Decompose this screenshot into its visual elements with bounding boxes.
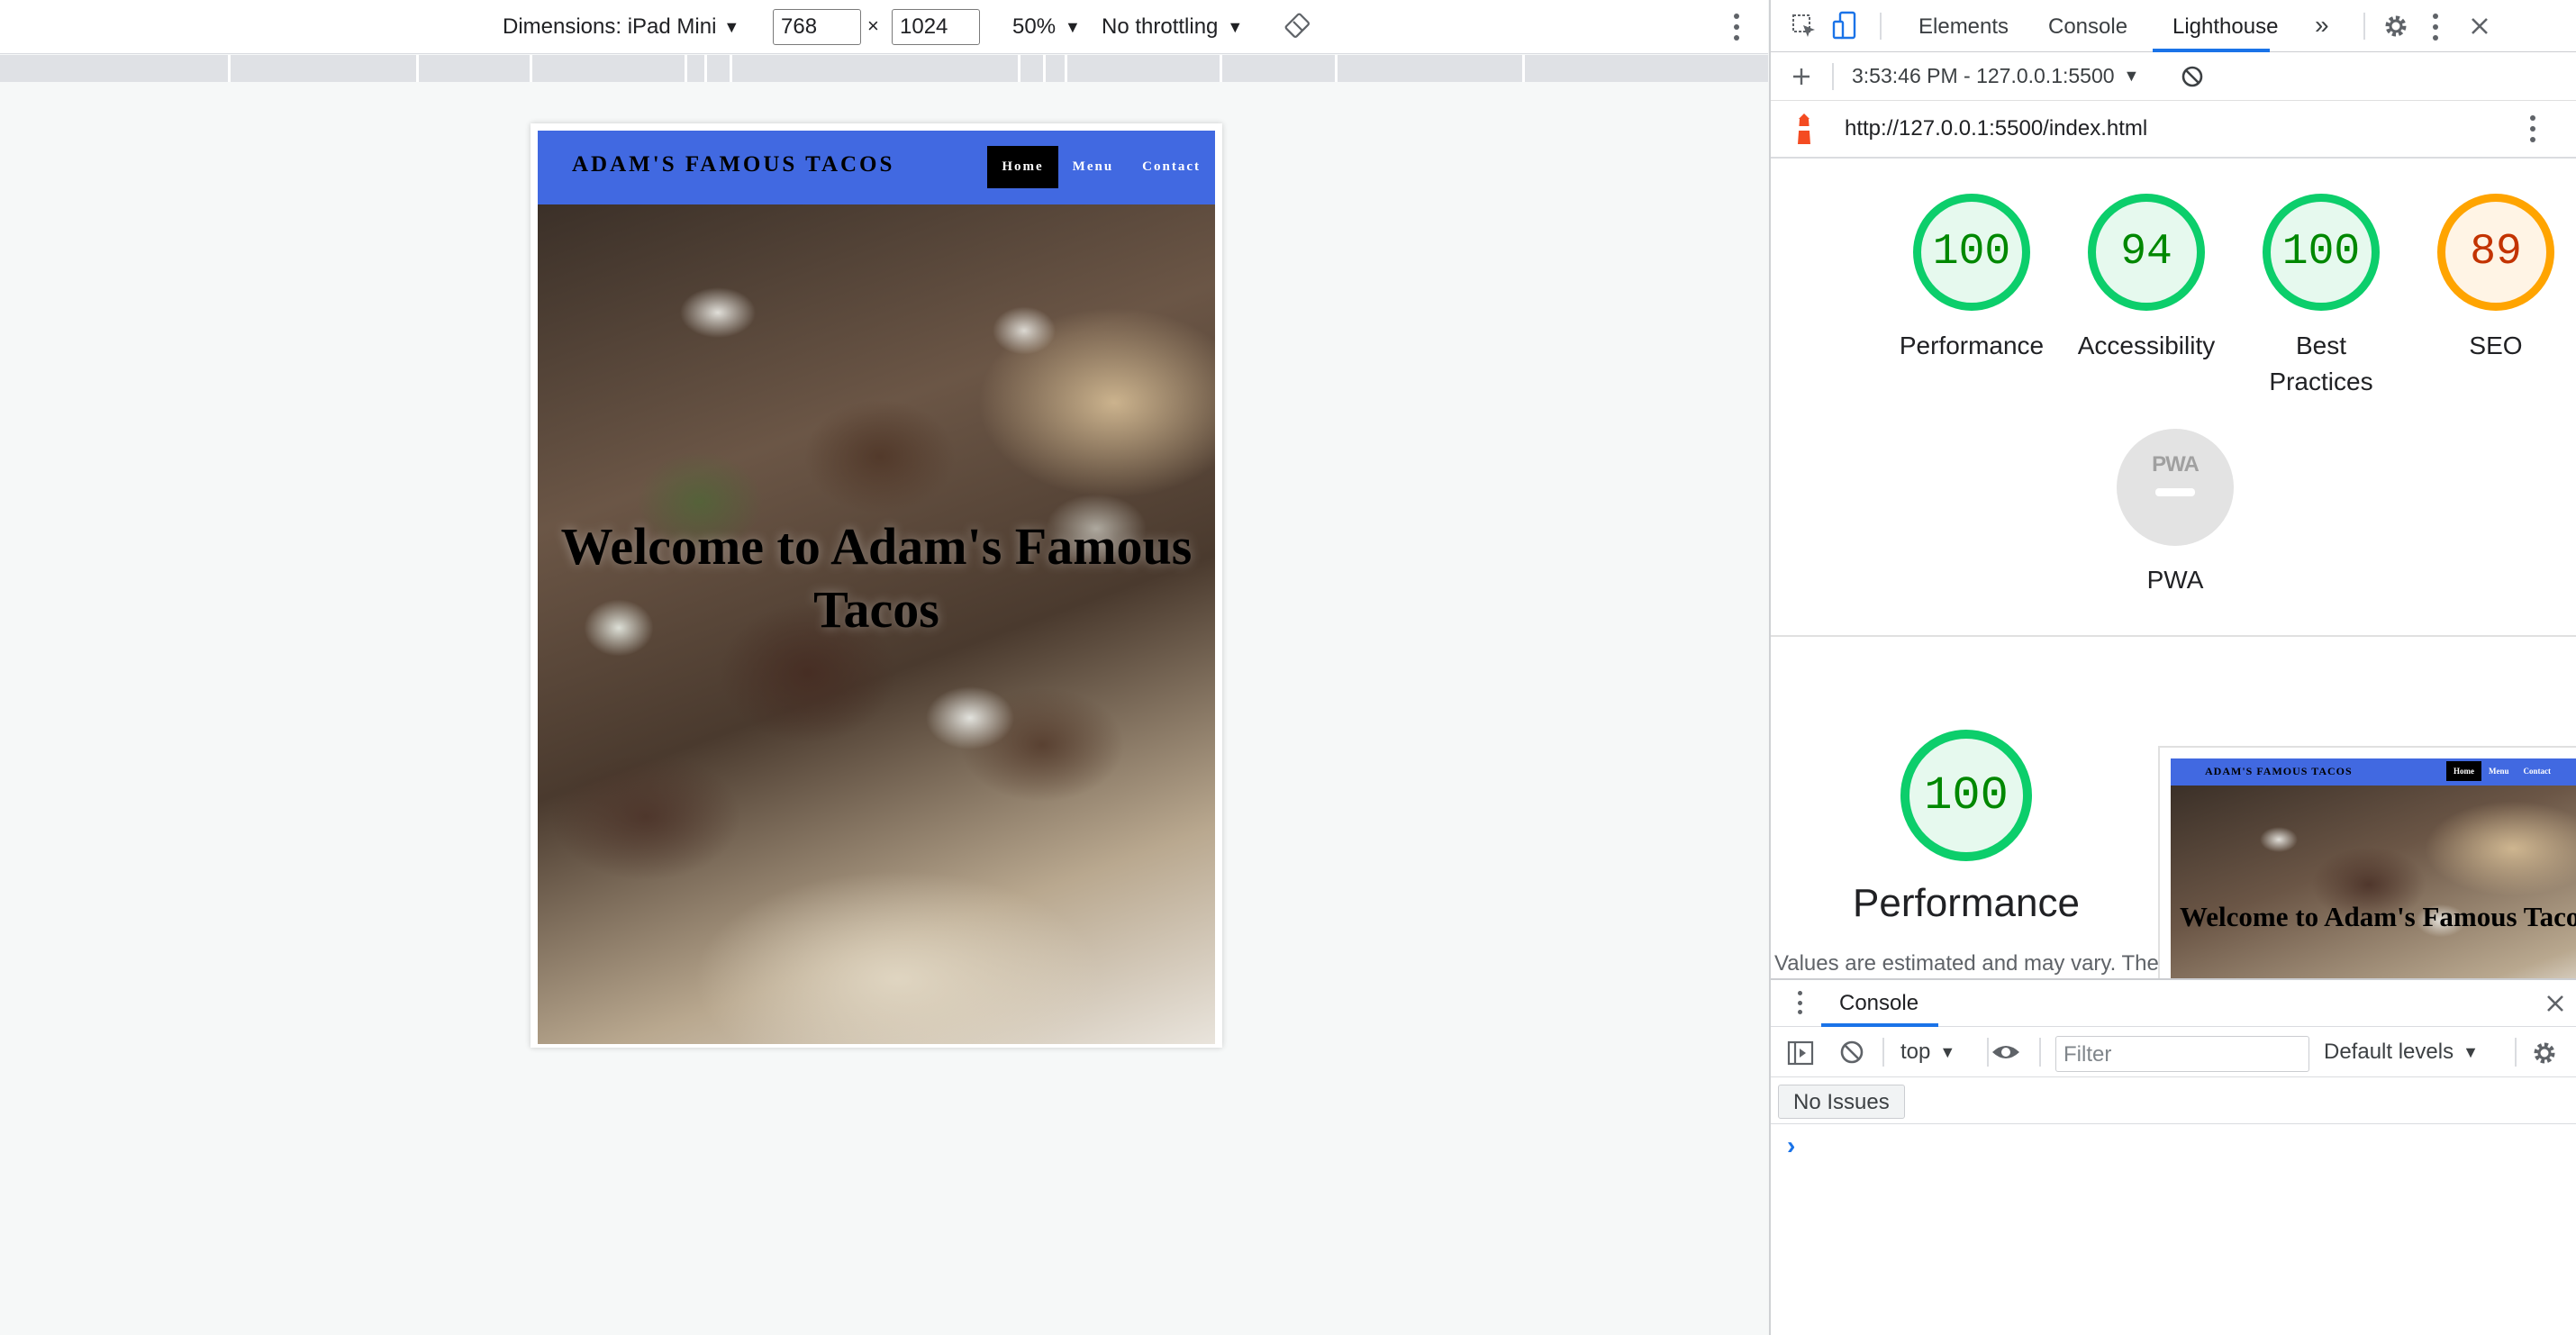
device-emulation-area: Dimensions: iPad Mini ▼ 768 × 1024 50% ▼… xyxy=(0,0,1768,1335)
performance-detail-title: Performance xyxy=(1853,881,2080,925)
performance-detail-gauge: 100 xyxy=(1900,730,2032,861)
chevron-down-icon: ▼ xyxy=(1227,17,1244,36)
nav-menu-link[interactable]: Menu xyxy=(1058,146,1129,188)
section-divider xyxy=(1771,635,2576,637)
hero-taco-image: Welcome to Adam's Famous Tacos xyxy=(538,204,1215,1044)
tab-elements[interactable]: Elements xyxy=(1918,14,2009,40)
nav-contact-link[interactable]: Contact xyxy=(1128,146,1215,188)
sidebar-toggle-icon[interactable] xyxy=(1787,1040,1814,1066)
final-screenshot-thumbnail[interactable]: ADAM'S FAMOUS TACOS Home Menu Contact We… xyxy=(2158,746,2576,980)
pwa-label[interactable]: PWA xyxy=(2085,562,2265,598)
media-query-bar[interactable] xyxy=(0,55,1768,82)
report-url-bar: http://127.0.0.1:5500/index.html xyxy=(1771,101,2576,159)
clear-reports-icon[interactable] xyxy=(2181,65,2204,88)
inspect-element-icon[interactable] xyxy=(1791,13,1818,40)
accessibility-label[interactable]: Accessibility xyxy=(2056,328,2236,364)
report-select[interactable]: 3:53:46 PM - 127.0.0.1:5500 ▼ xyxy=(1852,64,2139,88)
zoom-select[interactable]: 50% ▼ xyxy=(1012,14,1081,40)
issues-bar: No Issues xyxy=(1771,1077,2576,1124)
more-tabs-icon[interactable]: » xyxy=(2315,11,2329,40)
seo-label[interactable]: SEO xyxy=(2406,328,2576,364)
console-settings-gear-icon[interactable] xyxy=(2531,1040,2558,1067)
context-select[interactable]: top ▼ xyxy=(1900,1040,1955,1065)
values-estimated-note: Values are estimated and may vary. The xyxy=(1774,951,2159,976)
chevron-down-icon: ▼ xyxy=(1065,17,1081,36)
site-nav: Home Menu Contact xyxy=(987,146,1215,188)
chevron-down-icon: ▼ xyxy=(723,17,740,36)
thumbnail-title: Welcome to Adam's Famous Tacos xyxy=(2180,901,2576,932)
emulated-device-viewport[interactable]: ADAM'S FAMOUS TACOS Home Menu Contact We… xyxy=(531,123,1222,1048)
zoom-value: 50% xyxy=(1012,14,1057,39)
device-dimensions-select[interactable]: Dimensions: iPad Mini ▼ xyxy=(503,14,739,40)
context-value: top xyxy=(1900,1040,1931,1064)
performance-score-gauge[interactable]: 100 xyxy=(1913,194,2030,311)
console-prompt-icon[interactable]: › xyxy=(1787,1131,1795,1160)
pwa-dash-icon xyxy=(2155,488,2195,496)
devtools-menu-icon[interactable] xyxy=(2433,14,2438,41)
devtools-tabbar: Elements Console Lighthouse » xyxy=(1771,0,2576,52)
best-practices-score-gauge[interactable]: 100 xyxy=(2263,194,2380,311)
report-select-value: 3:53:46 PM - 127.0.0.1:5500 xyxy=(1852,64,2115,87)
drawer-tab-console[interactable]: Console xyxy=(1839,991,1918,1016)
thumbnail-hero-image xyxy=(2171,786,2576,978)
width-input[interactable]: 768 xyxy=(773,9,861,45)
thumbnail-brand: ADAM'S FAMOUS TACOS xyxy=(2205,765,2353,777)
height-input[interactable]: 1024 xyxy=(892,9,980,45)
best-practices-label[interactable]: Best Practices xyxy=(2231,328,2411,400)
clear-console-icon[interactable] xyxy=(1839,1040,1864,1065)
devtools-panel: Elements Console Lighthouse » 3:53:46 PM… xyxy=(1769,0,2576,1335)
log-levels-select[interactable]: Default levels ▼ xyxy=(2324,1040,2479,1065)
drawer-menu-icon[interactable] xyxy=(1798,991,1802,1014)
thumbnail-nav-menu: Menu xyxy=(2489,767,2509,776)
drawer-tabbar: Console xyxy=(1771,980,2576,1027)
live-expression-eye-icon[interactable] xyxy=(1991,1040,2021,1065)
log-levels-value: Default levels xyxy=(2324,1040,2454,1064)
tab-lighthouse[interactable]: Lighthouse xyxy=(2172,14,2278,40)
chevron-down-icon: ▼ xyxy=(1939,1042,1956,1061)
nav-home-link[interactable]: Home xyxy=(987,146,1058,188)
device-toolbar: Dimensions: iPad Mini ▼ 768 × 1024 50% ▼… xyxy=(0,0,1768,54)
accessibility-score-gauge[interactable]: 94 xyxy=(2088,194,2205,311)
times-separator: × xyxy=(867,14,879,37)
thumbnail-nav-contact: Contact xyxy=(2523,767,2552,776)
site-brand[interactable]: ADAM'S FAMOUS TACOS xyxy=(572,152,894,177)
thumbnail-header: ADAM'S FAMOUS TACOS Home Menu Contact xyxy=(2171,758,2576,786)
lighthouse-toolbar: 3:53:46 PM - 127.0.0.1:5500 ▼ xyxy=(1771,52,2576,101)
console-filter-input[interactable]: Filter xyxy=(2055,1036,2309,1072)
seo-score-gauge[interactable]: 89 xyxy=(2437,194,2554,311)
performance-label[interactable]: Performance xyxy=(1882,328,2062,364)
dimensions-label: Dimensions: iPad Mini xyxy=(503,14,717,39)
hero-title: Welcome to Adam's Famous Tacos xyxy=(560,517,1193,639)
no-issues-button[interactable]: No Issues xyxy=(1778,1085,1905,1119)
throttling-value: No throttling xyxy=(1102,14,1219,39)
tab-console[interactable]: Console xyxy=(2048,14,2127,40)
report-url[interactable]: http://127.0.0.1:5500/index.html xyxy=(1845,116,2147,141)
report-menu-icon[interactable] xyxy=(2530,115,2535,142)
more-options-icon[interactable] xyxy=(1734,14,1739,41)
thumbnail-nav-home: Home xyxy=(2446,761,2481,781)
throttling-select[interactable]: No throttling ▼ xyxy=(1102,14,1243,40)
pwa-badge-text: PWA xyxy=(2152,452,2200,477)
site-header: ADAM'S FAMOUS TACOS Home Menu Contact xyxy=(538,131,1215,204)
device-toolbar-icon[interactable] xyxy=(1832,11,1859,41)
console-toolbar: top ▼ Filter Default levels ▼ xyxy=(1771,1027,2576,1077)
new-report-icon[interactable] xyxy=(1791,66,1812,87)
lighthouse-logo-icon xyxy=(1798,114,1810,144)
console-drawer: Console top ▼ Filter Default levels ▼ No… xyxy=(1771,978,2576,1335)
thumbnail-nav: Home Menu Contact xyxy=(2446,761,2558,781)
close-drawer-icon[interactable] xyxy=(2544,993,2566,1014)
rotate-icon[interactable] xyxy=(1284,13,1311,40)
close-icon[interactable] xyxy=(2469,15,2490,37)
chevron-down-icon: ▼ xyxy=(2463,1042,2479,1061)
pwa-badge[interactable]: PWA xyxy=(2117,429,2234,546)
settings-gear-icon[interactable] xyxy=(2382,13,2409,40)
chevron-down-icon: ▼ xyxy=(2123,67,2140,85)
